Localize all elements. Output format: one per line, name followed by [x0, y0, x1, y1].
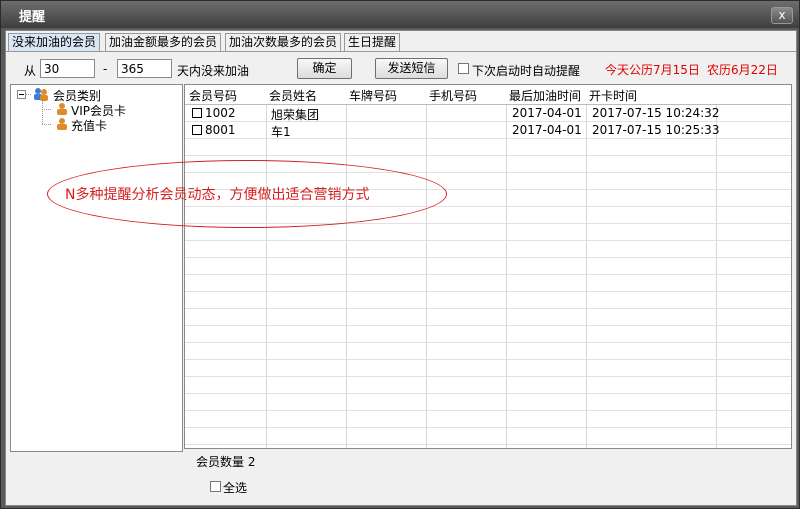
member-id: 8001	[205, 123, 236, 137]
user-icon	[54, 117, 68, 134]
tab-top-frequency-members[interactable]: 加油次数最多的会员	[225, 33, 342, 51]
tab-birthday-reminder[interactable]: 生日提醒	[344, 33, 401, 51]
row-checkbox[interactable]	[192, 125, 202, 135]
lunar-date-label: 农历6月22日	[707, 63, 778, 77]
footer-panel: 会员数量 2 全选	[184, 449, 792, 503]
today-date-label: 今天公历7月15日	[605, 63, 700, 77]
member-id: 1002	[205, 106, 236, 120]
tab-top-amount-members[interactable]: 加油金额最多的会员	[105, 33, 222, 51]
from-label: 从	[24, 64, 37, 78]
last-fuel-time: 2017-04-01	[512, 123, 582, 137]
member-table: 会员号码 会员姓名 车牌号码 手机号码 最后加油时间 开卡时间 1002 旭荣集…	[184, 84, 792, 449]
member-name: 车1	[271, 125, 291, 139]
send-sms-button[interactable]: 发送短信	[375, 58, 448, 79]
users-group-icon	[33, 87, 49, 104]
window-title: 提醒	[19, 10, 46, 25]
tab-divider	[6, 51, 796, 52]
column-header[interactable]: 会员姓名	[269, 87, 317, 104]
last-fuel-time: 2017-04-01	[512, 106, 582, 120]
tree-item-recharge-card[interactable]: 充值卡	[71, 117, 107, 134]
table-header: 会员号码 会员姓名 车牌号码 手机号码 最后加油时间 开卡时间	[185, 85, 791, 105]
range-dash: -	[103, 62, 108, 76]
column-header[interactable]: 手机号码	[429, 87, 477, 104]
tab-absent-members[interactable]: 没来加油的会员	[8, 33, 101, 51]
member-category-tree[interactable]: 会员类别 VIP会员卡 充值卡	[10, 84, 183, 452]
auto-remind-checkbox[interactable]	[458, 63, 469, 74]
reminder-window: 提醒 x 没来加油的会员 加油金额最多的会员 加油次数最多的会员 生日提醒 从 …	[0, 0, 800, 509]
annotation-text: N多种提醒分析会员动态，方便做出适合营销方式	[65, 187, 370, 203]
to-days-input[interactable]	[117, 59, 172, 78]
from-days-input[interactable]	[40, 59, 95, 78]
close-button[interactable]: x	[771, 7, 793, 24]
days-label: 天内没来加油	[177, 64, 250, 78]
select-all-label[interactable]: 全选	[223, 479, 247, 496]
column-header[interactable]: 最后加油时间	[509, 87, 581, 104]
title-bar: 提醒 x	[1, 1, 799, 28]
client-area: 没来加油的会员 加油金额最多的会员 加油次数最多的会员 生日提醒 从 - 天内没…	[5, 30, 797, 506]
card-open-time: 2017-07-15 10:24:32	[592, 106, 720, 120]
card-open-time: 2017-07-15 10:25:33	[592, 123, 720, 137]
column-header[interactable]: 会员号码	[189, 87, 237, 104]
column-header[interactable]: 开卡时间	[589, 87, 637, 104]
auto-remind-label: 下次启动时自动提醒	[472, 64, 581, 78]
column-header[interactable]: 车牌号码	[349, 87, 397, 104]
member-name: 旭荣集团	[271, 108, 320, 122]
confirm-button[interactable]: 确定	[297, 58, 352, 79]
member-count-label: 会员数量 2	[196, 455, 256, 469]
row-checkbox[interactable]	[192, 108, 202, 118]
select-all-checkbox[interactable]	[210, 481, 221, 492]
